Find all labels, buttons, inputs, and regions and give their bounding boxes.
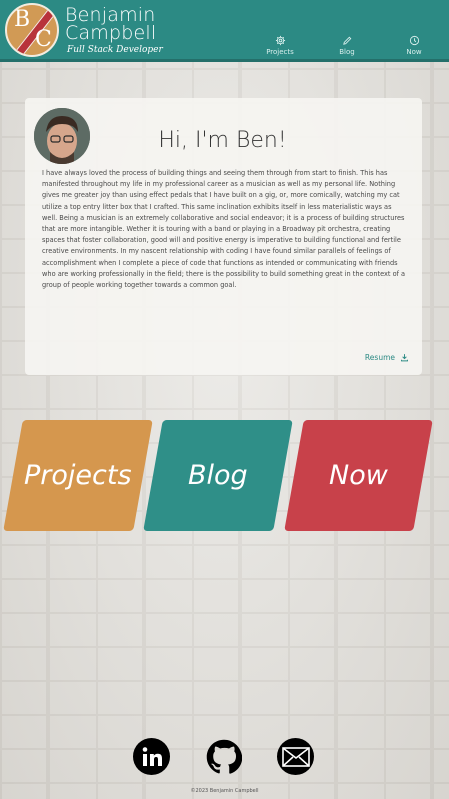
projects-tile[interactable]: Projects <box>3 420 153 531</box>
bio-card: Hi, I'm Ben! I have always loved the pro… <box>25 98 422 375</box>
resume-label: Resume <box>364 353 395 362</box>
brand-name: Benjamin Campbell <box>65 6 175 44</box>
resume-link[interactable]: Resume <box>365 353 409 362</box>
pencil-icon <box>342 36 351 45</box>
mail-icon <box>281 746 310 767</box>
nav-now-label: Now <box>406 48 422 56</box>
logo-letter-b: B <box>14 7 31 32</box>
logo-letter-c: C <box>35 27 52 52</box>
bio-title: Hi, I'm Ben! <box>158 128 287 153</box>
nav-projects-label: Projects <box>266 48 294 56</box>
bio-text: I have always loved the process of build… <box>42 169 406 290</box>
blog-tile[interactable]: Blog <box>143 420 293 531</box>
linkedin-icon <box>142 746 162 766</box>
nav-blog-label: Blog <box>339 48 355 56</box>
projects-tile-label: Projects <box>24 460 132 491</box>
now-tile-label: Now <box>329 460 388 491</box>
logo[interactable]: B C <box>5 3 59 57</box>
brand-name-last: Campbell <box>65 22 157 44</box>
download-icon <box>401 354 408 362</box>
footer-copyright: ©2023 Benjamin Campbell <box>190 788 259 794</box>
avatar <box>34 108 90 164</box>
brand-subtitle: Full Stack Developer <box>67 45 163 55</box>
nav-blog[interactable]: Blog <box>322 35 372 56</box>
linkedin-link[interactable] <box>133 738 170 775</box>
nav-now[interactable]: Now <box>389 35 439 56</box>
gear-icon <box>275 35 285 46</box>
site-header: B C Benjamin Campbell Full Stack Develop… <box>0 0 449 62</box>
clock-icon <box>409 35 419 46</box>
email-link[interactable] <box>277 738 314 775</box>
blog-tile-label: Blog <box>188 460 248 491</box>
github-link[interactable] <box>205 738 242 775</box>
github-icon <box>206 739 242 774</box>
now-tile[interactable]: Now <box>284 420 433 531</box>
nav-projects[interactable]: Projects <box>255 35 305 56</box>
